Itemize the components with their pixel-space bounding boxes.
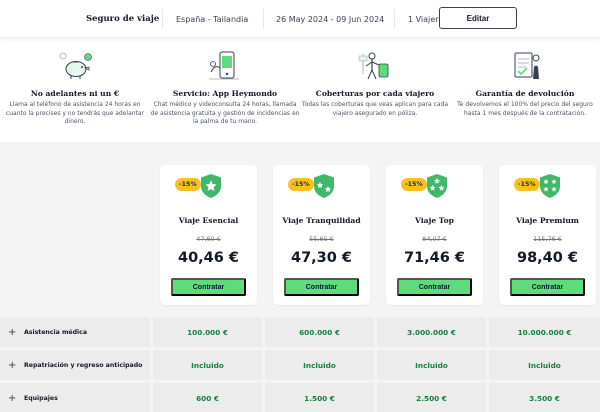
guarantee-document-icon (514, 52, 540, 79)
edit-button[interactable]: Editar (439, 7, 517, 29)
discount-badge: -15% (175, 178, 201, 191)
product-title: Seguro de viaje (86, 14, 160, 24)
plan-old-price: 115,76 € (533, 235, 562, 243)
plan-old-price: 84,07 € (422, 235, 447, 243)
shield-star-icon (201, 174, 221, 198)
divider (162, 9, 163, 29)
plan-card-tranquilidad: -15% Viaje Tranquilidad 55,65 € 47,30 € … (273, 165, 370, 305)
coverage-value: 2.500 € (377, 383, 486, 412)
feature-no-advance: No adelantes ni un € Llama al teléfono d… (0, 50, 150, 127)
feature-title: No adelantes ni un € (30, 89, 120, 98)
piggy-bank-icon (59, 52, 92, 79)
plan-name: Viaje Top (415, 216, 454, 225)
coverage-value: 1.500 € (265, 383, 374, 412)
divider (394, 9, 395, 29)
coverage-value: 600.000 € (265, 317, 374, 347)
plan-name: Viaje Premium (516, 216, 579, 225)
feature-title: Coberturas por cada viajero (315, 89, 435, 98)
coverage-row-luggage: + Equipajes 600 € 1.500 € 2.500 € 3.500 … (0, 383, 600, 412)
plan-price: 71,46 € (403, 250, 465, 266)
plan-old-price: 55,65 € (309, 235, 334, 243)
feature-title: Garantía de devolución (475, 89, 575, 98)
shield-stars-icon (427, 174, 447, 198)
plan-old-price: 47,60 € (196, 235, 221, 243)
feature-description: Todas las coberturas que veas aplican pa… (301, 101, 449, 117)
search-summary-bar: Seguro de viaje España - Tailandia 26 Ma… (0, 0, 600, 38)
coverage-row-medical: + Asistencia médica 100.000 € 600.000 € … (0, 317, 600, 347)
discount-badge: -15% (514, 178, 540, 191)
contratar-button[interactable]: Contratar (510, 278, 585, 296)
plan-card-premium: -15% Viaje Premium 115,76 € 98,40 € Cont… (499, 165, 596, 305)
feature-per-traveler: Coberturas por cada viajero Todas las co… (300, 50, 450, 118)
coverage-row-repatriation: + Repatriación y regreso anticipado Incl… (0, 350, 600, 380)
coverage-value: Incluido (489, 350, 600, 380)
feature-description: Chat médico y videoconsulta 24 horas, ll… (150, 101, 300, 126)
feature-description: Llama al teléfono de asistencia 24 horas… (5, 101, 145, 126)
route-destination[interactable]: España - Tailandia (176, 0, 248, 38)
plan-price: 98,40 € (516, 250, 578, 266)
plus-icon: + (8, 359, 17, 371)
shield-stars-icon (540, 174, 560, 198)
plus-icon: + (8, 392, 17, 404)
plan-price: 47,30 € (290, 250, 352, 266)
plan-card-top: -15% Viaje Top 84,07 € 71,46 € Contratar (386, 165, 483, 305)
coverage-row-toggle[interactable]: + Asistencia médica (0, 317, 150, 347)
contratar-button[interactable]: Contratar (397, 278, 472, 296)
plus-icon: + (8, 326, 17, 338)
plan-name: Viaje Esencial (178, 216, 239, 225)
coverage-label: Equipajes (24, 394, 58, 402)
travelers-count[interactable]: 1 Viajero (408, 0, 443, 38)
traveler-icon (358, 52, 389, 80)
coverage-value: 600 € (153, 383, 262, 412)
feature-refund-guarantee: Garantía de devolución Te devolvemos el … (450, 50, 600, 118)
coverage-row-toggle[interactable]: + Repatriación y regreso anticipado (0, 350, 150, 380)
phone-app-icon (209, 51, 239, 80)
coverage-value: Incluido (153, 350, 262, 380)
plan-name: Viaje Tranquilidad (282, 216, 361, 225)
coverage-value: 10.000.000 € (489, 317, 600, 347)
contratar-button[interactable]: Contratar (284, 278, 359, 296)
coverage-label: Repatriación y regreso anticipado (24, 361, 143, 369)
coverage-value: Incluido (265, 350, 374, 380)
coverage-value: Incluido (377, 350, 486, 380)
discount-badge: -15% (288, 178, 314, 191)
travel-dates[interactable]: 26 May 2024 - 09 Jun 2024 (276, 0, 384, 38)
plan-card-esencial: -15% Viaje Esencial 47,60 € 40,46 € Cont… (160, 165, 257, 305)
coverage-label: Asistencia médica (24, 328, 87, 336)
coverage-value: 3.500 € (489, 383, 600, 412)
feature-title: Servicio: App Heymondo (172, 89, 278, 98)
divider (263, 9, 264, 29)
contratar-button[interactable]: Contratar (171, 278, 246, 296)
feature-description: Te devolvemos el 100% del precio del seg… (457, 101, 593, 117)
coverage-value: 3.000.000 € (377, 317, 486, 347)
discount-badge: -15% (401, 178, 427, 191)
shield-stars-icon (314, 174, 334, 198)
plan-price: 40,46 € (177, 250, 239, 266)
coverage-value: 100.000 € (153, 317, 262, 347)
coverage-row-toggle[interactable]: + Equipajes (0, 383, 150, 412)
feature-app: Servicio: App Heymondo Chat médico y vid… (150, 50, 300, 127)
